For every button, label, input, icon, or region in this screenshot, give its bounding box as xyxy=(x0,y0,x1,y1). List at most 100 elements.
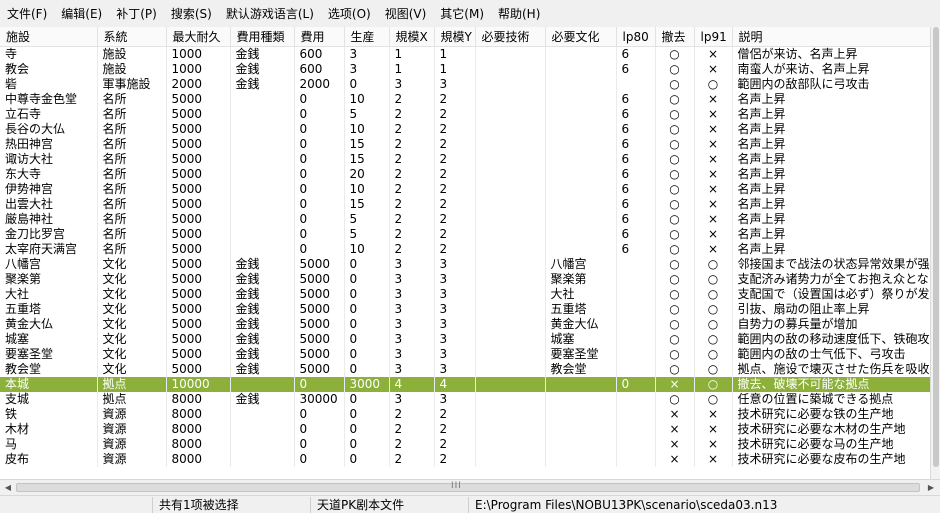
table-row[interactable]: 立石寺 名所 5000 0 5 2 2 6 ○ × 名声上昇 xyxy=(0,107,930,122)
table-cell xyxy=(616,347,656,362)
column-header[interactable]: 系統 xyxy=(97,27,167,47)
table-cell: 2 xyxy=(434,92,476,107)
scroll-left-arrow-icon[interactable]: ◀ xyxy=(3,483,13,493)
table-cell: ○ xyxy=(694,332,733,347)
table-cell xyxy=(545,46,617,62)
table-row[interactable]: 中尊寺金色堂 名所 5000 0 10 2 2 6 ○ × 名声上昇 xyxy=(0,92,930,107)
table-row[interactable]: 長谷の大仏 名所 5000 0 10 2 2 6 ○ × 名声上昇 xyxy=(0,122,930,137)
table-cell: 2 xyxy=(434,107,476,122)
table-cell xyxy=(545,452,617,467)
table-cell: 文化 xyxy=(97,362,167,377)
column-header[interactable]: 説明 xyxy=(732,27,930,47)
menu-item[interactable]: 选项(O) xyxy=(321,3,378,25)
table-cell: 中尊寺金色堂 xyxy=(0,92,98,107)
table-row[interactable]: 马資源 8000 0 0 2 2 × × 技术研究に必要な马の生产地 xyxy=(0,437,930,452)
table-row[interactable]: 太宰府天满宫 名所 5000 0 10 2 2 6 ○ × 名声上昇 xyxy=(0,242,930,257)
table-cell: ○ xyxy=(655,302,695,317)
table-row[interactable]: 支城 拠点 8000 金銭 30000 0 3 3 ○ ○ 任意の位置に築城できる拠点 xyxy=(0,392,930,407)
table-cell: 5000 xyxy=(166,212,231,227)
table-cell: 名所 xyxy=(97,92,167,107)
table-row[interactable]: 木材 資源 8000 0 0 2 2 × × 技术研究に必要な木材の生产地 xyxy=(0,422,930,437)
column-header[interactable]: 規模X xyxy=(389,27,435,47)
table-row[interactable]: 城塞 文化 5000 金銭 5000 0 3 3 城塞 ○ ○ 範囲内の敌の移动速度低下、铁砲攻 xyxy=(0,332,930,347)
table-row[interactable]: 黄金大仏 文化 5000 金銭 5000 0 3 3 黄金大仏 ○ ○ 自势力の募兵量が增加 xyxy=(0,317,930,332)
table-cell: 10 xyxy=(344,122,390,137)
menu-item[interactable]: 视图(V) xyxy=(378,3,434,25)
table-row[interactable]: 金刀比罗宫 名所 5000 0 5 2 2 6 ○ × 名声上昇 xyxy=(0,227,930,242)
horizontal-scroll-thumb[interactable]: III xyxy=(16,481,920,492)
column-header[interactable]: 必要文化 xyxy=(545,27,617,47)
table-row[interactable]: 聚楽第 文化 5000 金銭 5000 0 3 3 聚楽第 ○ ○ 支配济み诸势力が全てお抱え众とな xyxy=(0,272,930,287)
menu-item[interactable]: 文件(F) xyxy=(0,3,54,25)
table-cell: ○ xyxy=(694,302,733,317)
table-cell xyxy=(545,92,617,107)
column-header[interactable]: 規模Y xyxy=(434,27,476,47)
column-header[interactable]: 費用 xyxy=(294,27,345,47)
table-cell: 3 xyxy=(389,287,435,302)
table-row[interactable]: 八幡宫 文化 5000 金銭 5000 0 3 3 八幡宫 ○ ○ 邻接国まで战法の状态异常效果が强 xyxy=(0,257,930,272)
horizontal-scrollbar[interactable]: ◀ III ▶ xyxy=(0,479,940,496)
table-cell: 金銭 xyxy=(230,272,295,287)
table-cell: 金銭 xyxy=(230,77,295,92)
table-cell xyxy=(475,392,546,407)
table-row[interactable]: 东大寺 名所 5000 0 20 2 2 6 ○ × 名声上昇 xyxy=(0,167,930,182)
table-row[interactable]: 要塞圣堂 文化 5000 金銭 5000 0 3 3 要塞圣堂 ○ ○ 範囲内の敌の士气低下、弓攻击 xyxy=(0,347,930,362)
table-cell: 2 xyxy=(434,437,476,452)
data-grid[interactable]: 施設 系統 最大耐久 費用種類 費用 生産 規模X 規模Y 必要技術 必要文化 lp80 撤去 lp91… xyxy=(0,27,930,479)
table-cell: 名所 xyxy=(97,107,167,122)
table-cell: × xyxy=(694,407,733,422)
table-cell: 8000 xyxy=(166,452,231,467)
table-cell: ○ xyxy=(694,272,733,287)
table-row[interactable]: 大社 文化 5000 金銭 5000 0 3 3 大社 ○ ○ 支配国で（设置国は必ず）祭りが发 xyxy=(0,287,930,302)
menu-item[interactable]: 默认游戏语言(L) xyxy=(219,3,321,25)
table-row[interactable]: 出雲大社 名所 5000 0 15 2 2 6 ○ × 名声上昇 xyxy=(0,197,930,212)
table-cell: ○ xyxy=(694,77,733,92)
column-header[interactable]: lp91 xyxy=(694,27,733,47)
table-row[interactable]: 伊势神宫 名所 5000 0 10 2 2 6 ○ × 名声上昇 xyxy=(0,182,930,197)
table-row[interactable]: 本城 拠点 10000 0 3000 4 4 0 × ○ 撤去、破壊不可能な拠点 xyxy=(0,377,930,392)
column-header[interactable]: 費用種類 xyxy=(230,27,295,47)
menu-item[interactable]: 补丁(P) xyxy=(109,3,164,25)
table-row[interactable]: 砦軍事施設 2000 金銭 2000 0 3 3 ○ ○ 範囲内の敌部队に弓攻击 xyxy=(0,77,930,92)
table-cell: 教会堂 xyxy=(545,362,617,377)
column-header[interactable]: 最大耐久 xyxy=(166,27,231,47)
table-cell: × xyxy=(694,92,733,107)
table-row[interactable]: 寺施設 1000 金銭 600 3 1 1 6 ○ × 僧侶が来访、名声上昇 xyxy=(0,46,930,62)
table-cell: 名所 xyxy=(97,212,167,227)
table-row[interactable]: 教会 施設 1000 金銭 600 3 1 1 6 ○ × 南蛮人が来访、名声上昇 xyxy=(0,62,930,77)
status-bar: 共有1项被选择 天道PK剧本文件 E:\Program Files\NOBU13… xyxy=(0,496,940,513)
menu-item[interactable]: 其它(M) xyxy=(433,3,491,25)
table-row[interactable]: 铁資源 8000 0 0 2 2 × × 技术研究に必要な铁の生产地 xyxy=(0,407,930,422)
table-cell: 2 xyxy=(434,407,476,422)
column-header[interactable]: 必要技術 xyxy=(475,27,546,47)
table-row[interactable]: 热田神宫 名所 5000 0 15 2 2 6 ○ × 名声上昇 xyxy=(0,137,930,152)
table-cell: 5000 xyxy=(294,272,345,287)
table-cell: 金銭 xyxy=(230,362,295,377)
table-cell: 2 xyxy=(389,152,435,167)
menu-item[interactable]: 编辑(E) xyxy=(54,3,109,25)
column-header[interactable]: 生産 xyxy=(344,27,390,47)
column-header[interactable]: 施設 xyxy=(0,27,98,47)
table-cell: 範囲内の敌の士气低下、弓攻击 xyxy=(732,347,930,362)
table-row[interactable]: 教会堂 文化 5000 金銭 5000 0 3 3 教会堂 ○ ○ 拠点、施设で壊灭させた伤兵を吸收 xyxy=(0,362,930,377)
vertical-scrollbar[interactable] xyxy=(930,27,940,479)
column-header[interactable]: 撤去 xyxy=(655,27,695,47)
table-row[interactable]: 五重塔 文化 5000 金銭 5000 0 3 3 五重塔 ○ ○ 引抜、扇动の阻止率上昇 xyxy=(0,302,930,317)
table-cell: × xyxy=(655,407,695,422)
table-cell: 2 xyxy=(434,422,476,437)
table-row[interactable]: 皮布 資源 8000 0 0 2 2 × × 技术研究に必要な皮布の生产地 xyxy=(0,452,930,467)
menu-item[interactable]: 帮助(H) xyxy=(491,3,547,25)
menu-item[interactable]: 搜索(S) xyxy=(164,3,219,25)
table-cell: × xyxy=(694,212,733,227)
vertical-scroll-thumb[interactable] xyxy=(933,27,939,467)
table-cell: 太宰府天满宫 xyxy=(0,242,98,257)
scroll-right-arrow-icon[interactable]: ▶ xyxy=(926,483,936,493)
table-row[interactable]: 诹访大社 名所 5000 0 15 2 2 6 ○ × 名声上昇 xyxy=(0,152,930,167)
column-header[interactable]: lp80 xyxy=(616,27,656,47)
table-cell xyxy=(545,242,617,257)
table-row[interactable]: 厳島神社 名所 5000 0 5 2 2 6 ○ × 名声上昇 xyxy=(0,212,930,227)
table-cell: 立石寺 xyxy=(0,107,98,122)
table-cell: 6 xyxy=(616,197,656,212)
table-cell: 6 xyxy=(616,152,656,167)
table-cell: 城塞 xyxy=(545,332,617,347)
